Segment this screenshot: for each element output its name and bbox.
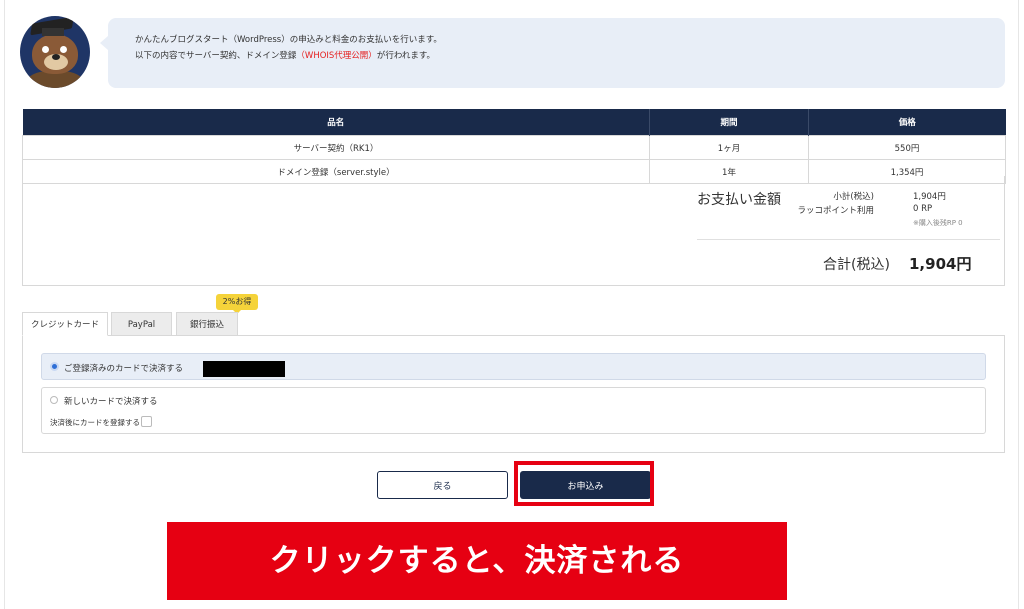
annotation-callout: クリックすると、決済される	[167, 522, 787, 600]
tab-credit-card[interactable]: クレジットカード	[22, 312, 108, 336]
callout-pointer	[495, 506, 700, 523]
